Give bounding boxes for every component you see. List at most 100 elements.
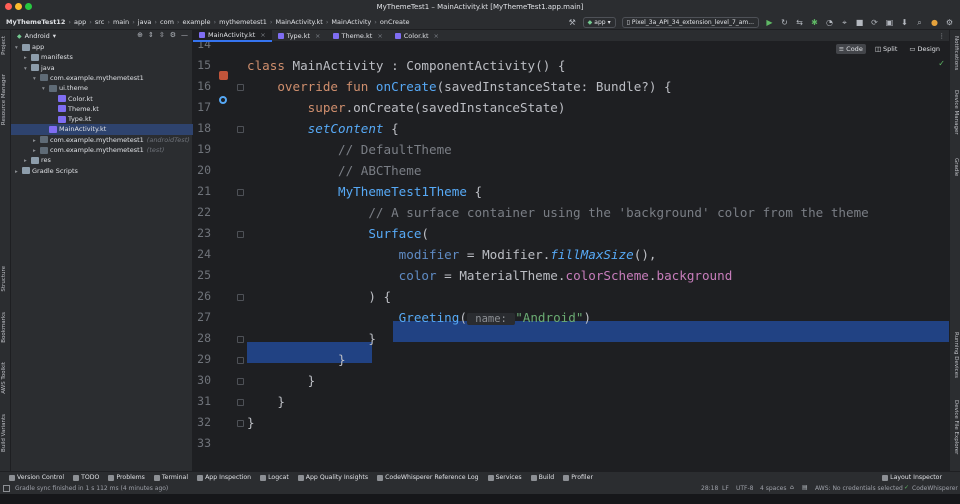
run-activity-icon[interactable] xyxy=(219,71,228,80)
memory-icon[interactable]: ▤ xyxy=(802,484,808,491)
tool-window-button[interactable]: CodeWhisperer Reference Log xyxy=(377,474,479,481)
tool-windows-toggle-icon[interactable] xyxy=(3,485,10,492)
apply-code-changes-icon[interactable]: ⇆ xyxy=(795,18,804,27)
sync-gradle-icon[interactable]: ⟳ xyxy=(870,18,879,27)
breadcrumb-item[interactable]: src xyxy=(95,18,105,26)
run-config-select[interactable]: ◆ app ▾ xyxy=(582,16,616,28)
more-tabs-icon[interactable]: ⋮ xyxy=(939,30,946,42)
close-tab-icon[interactable]: × xyxy=(434,32,439,40)
tool-window-button[interactable]: Build xyxy=(530,474,554,481)
tool-window-button[interactable]: Problems xyxy=(108,474,145,481)
breadcrumb-item[interactable]: com xyxy=(160,18,174,26)
design-view-button[interactable]: ▭ Design xyxy=(906,44,943,54)
aws-toolkit-tool-button[interactable]: AWS Toolkit xyxy=(1,362,7,394)
override-method-icon[interactable] xyxy=(219,96,227,104)
tree-item[interactable]: ▸ manifests xyxy=(11,52,193,62)
apply-changes-icon[interactable]: ↻ xyxy=(780,18,789,27)
tree-item[interactable]: ▸ com.example.mythemetest1 (test) xyxy=(11,145,193,155)
tree-item[interactable]: ▸ Gradle Scripts xyxy=(11,166,193,176)
breadcrumb-item[interactable]: MainActivity.kt xyxy=(276,18,323,26)
tree-item[interactable]: Type.kt xyxy=(11,114,193,124)
fold-marker-icon[interactable] xyxy=(237,189,244,196)
notifications-tool-button[interactable]: Notifications xyxy=(953,36,959,70)
breadcrumb-item[interactable]: java xyxy=(138,18,152,26)
caret-position[interactable]: 28:18 xyxy=(701,485,718,492)
resource-manager-tool-button[interactable]: Resource Manager xyxy=(1,74,7,125)
tree-item[interactable]: Color.kt xyxy=(11,94,193,104)
tree-item[interactable]: ▾ com.example.mythemetest1 xyxy=(11,73,193,83)
close-tab-icon[interactable]: × xyxy=(260,31,265,39)
codewhisperer-status[interactable]: CodeWhisperer xyxy=(912,485,958,492)
tree-item[interactable]: ▾ app xyxy=(11,42,193,52)
tree-item[interactable]: ▾ ui.theme xyxy=(11,83,193,93)
fold-marker-icon[interactable] xyxy=(237,294,244,301)
search-icon[interactable]: ⌕ xyxy=(915,18,924,27)
tool-window-button[interactable]: Services xyxy=(487,474,522,481)
settings-icon[interactable]: ⚙ xyxy=(945,18,954,27)
hammer-icon[interactable]: ⚒ xyxy=(568,18,577,27)
tree-item[interactable]: Theme.kt xyxy=(11,104,193,114)
editor-tab[interactable]: MainActivity.kt × xyxy=(193,29,272,42)
fold-marker-icon[interactable] xyxy=(237,420,244,427)
update-icon[interactable]: ● xyxy=(930,18,939,27)
tool-window-button[interactable]: App Quality Insights xyxy=(297,474,368,481)
tool-window-button[interactable]: Terminal xyxy=(153,474,188,481)
editor-tab[interactable]: Type.kt × xyxy=(272,30,327,42)
chevron-down-icon[interactable]: ▾ xyxy=(53,32,56,40)
attach-debugger-icon[interactable]: ⌖ xyxy=(840,18,849,27)
device-select[interactable]: ▯ Pixel_3a_API_34_extension_level_7_am... xyxy=(621,16,759,28)
status-message[interactable]: Gradle sync finished in 1 s 112 ms (4 mi… xyxy=(15,485,168,492)
line-separator[interactable]: LF xyxy=(722,485,729,492)
locate-file-icon[interactable]: ⊕ xyxy=(137,31,143,39)
project-tool-button[interactable]: Project xyxy=(1,36,7,55)
editor-gutter[interactable]: 14 15 16 17 18 19 20 21 22 23 24 25 26 27 28 29 30 31 32 33 xyxy=(193,42,245,471)
structure-tool-button[interactable]: Structure xyxy=(1,266,7,292)
file-encoding[interactable]: UTF-8 xyxy=(736,485,754,492)
inspection-ok-icon[interactable]: ✓ xyxy=(938,59,945,68)
tree-item[interactable]: MainActivity.kt xyxy=(11,124,193,135)
code-editor[interactable]: 14 15 16 17 18 19 20 21 22 23 24 25 26 27 28 29 30 31 32 33… xyxy=(193,42,949,471)
aws-connection[interactable]: AWS: No credentials selected xyxy=(815,485,903,492)
fold-marker-icon[interactable] xyxy=(237,126,244,133)
close-tab-icon[interactable]: × xyxy=(315,32,320,40)
gradle-tool-button[interactable]: Gradle xyxy=(953,158,959,176)
breadcrumb-item[interactable]: app xyxy=(74,18,86,26)
tree-item[interactable]: ▾ java xyxy=(11,63,193,73)
close-tab-icon[interactable]: × xyxy=(377,32,382,40)
editor-tab[interactable]: Color.kt × xyxy=(389,30,445,42)
editor-tab[interactable]: Theme.kt × xyxy=(327,30,389,42)
fold-marker-icon[interactable] xyxy=(237,231,244,238)
fold-marker-icon[interactable] xyxy=(237,378,244,385)
code-view-button[interactable]: ≡ Code xyxy=(835,44,866,54)
zoom-window-icon[interactable] xyxy=(25,3,32,10)
fold-marker-icon[interactable] xyxy=(237,336,244,343)
tool-window-button[interactable]: Logcat xyxy=(260,474,289,481)
device-manager-icon[interactable]: ▣ xyxy=(885,18,894,27)
tree-item[interactable]: ▸ com.example.mythemetest1 (androidTest) xyxy=(11,135,193,145)
fold-marker-icon[interactable] xyxy=(237,357,244,364)
device-manager-tool-button[interactable]: Device Manager xyxy=(953,90,959,135)
breadcrumb-item[interactable]: mythemetest1 xyxy=(219,18,267,26)
tool-window-button[interactable]: Profiler xyxy=(563,474,593,481)
breadcrumb-item[interactable]: onCreate xyxy=(380,18,410,26)
collapse-all-icon[interactable]: ⇳ xyxy=(159,31,165,39)
fold-marker-icon[interactable] xyxy=(237,84,244,91)
indent-setting[interactable]: 4 spaces xyxy=(760,485,786,492)
breadcrumb-item[interactable]: MyThemeTest12 xyxy=(6,18,65,26)
expand-arrow-icon[interactable]: ▸ xyxy=(15,167,22,177)
tree-item[interactable]: ▸ res xyxy=(11,155,193,165)
bookmarks-tool-button[interactable]: Bookmarks xyxy=(1,312,7,343)
device-file-explorer-tool-button[interactable]: Device File Explorer xyxy=(953,400,959,454)
gear-icon[interactable]: ⚙ xyxy=(170,31,176,39)
debug-icon[interactable]: ✱ xyxy=(810,18,819,27)
tool-window-button[interactable]: App Inspection xyxy=(197,474,251,481)
tool-window-button[interactable]: Version Control xyxy=(9,474,64,481)
minimize-window-icon[interactable] xyxy=(15,3,22,10)
run-icon[interactable]: ▶ xyxy=(765,18,774,27)
tool-window-button[interactable]: TODO xyxy=(73,474,99,481)
project-view-select[interactable]: Android xyxy=(25,32,50,40)
breadcrumb-item[interactable]: MainActivity xyxy=(331,18,371,26)
close-window-icon[interactable] xyxy=(5,3,12,10)
build-variants-tool-button[interactable]: Build Variants xyxy=(1,414,7,452)
breadcrumb-item[interactable]: example xyxy=(183,18,211,26)
